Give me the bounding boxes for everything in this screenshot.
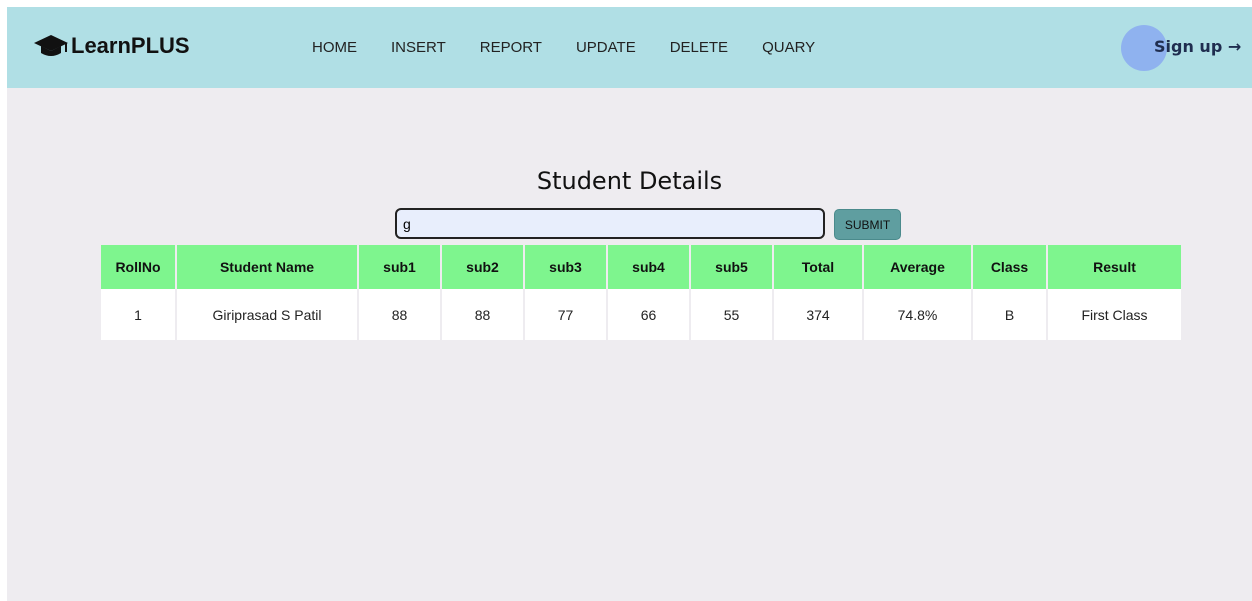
col-header-average: Average (863, 245, 973, 289)
cell-result: First Class (1047, 289, 1181, 340)
brand-name: LearnPLUS (71, 33, 190, 58)
col-header-result: Result (1047, 245, 1181, 289)
student-table: RollNo Student Name sub1 sub2 sub3 sub4 … (101, 245, 1181, 340)
col-header-sub3: sub3 (524, 245, 608, 289)
cell-average: 74.8% (863, 289, 973, 340)
brand-logo[interactable]: LearnPLUS (33, 33, 190, 59)
graduation-cap-icon (33, 33, 71, 59)
col-header-sub4: sub4 (607, 245, 691, 289)
search-input[interactable] (395, 208, 825, 239)
nav-home[interactable]: HOME (312, 39, 357, 56)
cell-student-name: Giriprasad S Patil (176, 289, 359, 340)
page-title: Student Details (536, 167, 723, 195)
cell-class: B (972, 289, 1048, 340)
col-header-class: Class (972, 245, 1048, 289)
cell-sub2: 88 (441, 289, 525, 340)
nav-quary[interactable]: QUARY (762, 39, 815, 56)
app-frame: LearnPLUS HOME INSERT REPORT UPDATE DELE… (7, 7, 1252, 601)
col-header-sub5: sub5 (690, 245, 774, 289)
nav-insert[interactable]: INSERT (391, 39, 446, 56)
nav-update[interactable]: UPDATE (576, 39, 636, 56)
col-header-rollno: RollNo (101, 245, 177, 289)
signup-button[interactable]: Sign up → (1154, 37, 1241, 56)
nav-report[interactable]: REPORT (480, 39, 542, 56)
col-header-total: Total (773, 245, 864, 289)
nav-delete[interactable]: DELETE (670, 39, 728, 56)
nav-menu: HOME INSERT REPORT UPDATE DELETE QUARY (312, 39, 849, 56)
cell-rollno: 1 (101, 289, 177, 340)
table-header-row: RollNo Student Name sub1 sub2 sub3 sub4 … (101, 245, 1181, 289)
col-header-student-name: Student Name (176, 245, 359, 289)
cell-sub3: 77 (524, 289, 608, 340)
navbar: LearnPLUS HOME INSERT REPORT UPDATE DELE… (7, 7, 1252, 88)
col-header-sub2: sub2 (441, 245, 525, 289)
table-row: 1 Giriprasad S Patil 88 88 77 66 55 374 … (101, 289, 1181, 340)
col-header-sub1: sub1 (358, 245, 442, 289)
cell-sub4: 66 (607, 289, 691, 340)
cell-total: 374 (773, 289, 864, 340)
cell-sub1: 88 (358, 289, 442, 340)
submit-button[interactable]: SUBMIT (834, 209, 901, 240)
cell-sub5: 55 (690, 289, 774, 340)
